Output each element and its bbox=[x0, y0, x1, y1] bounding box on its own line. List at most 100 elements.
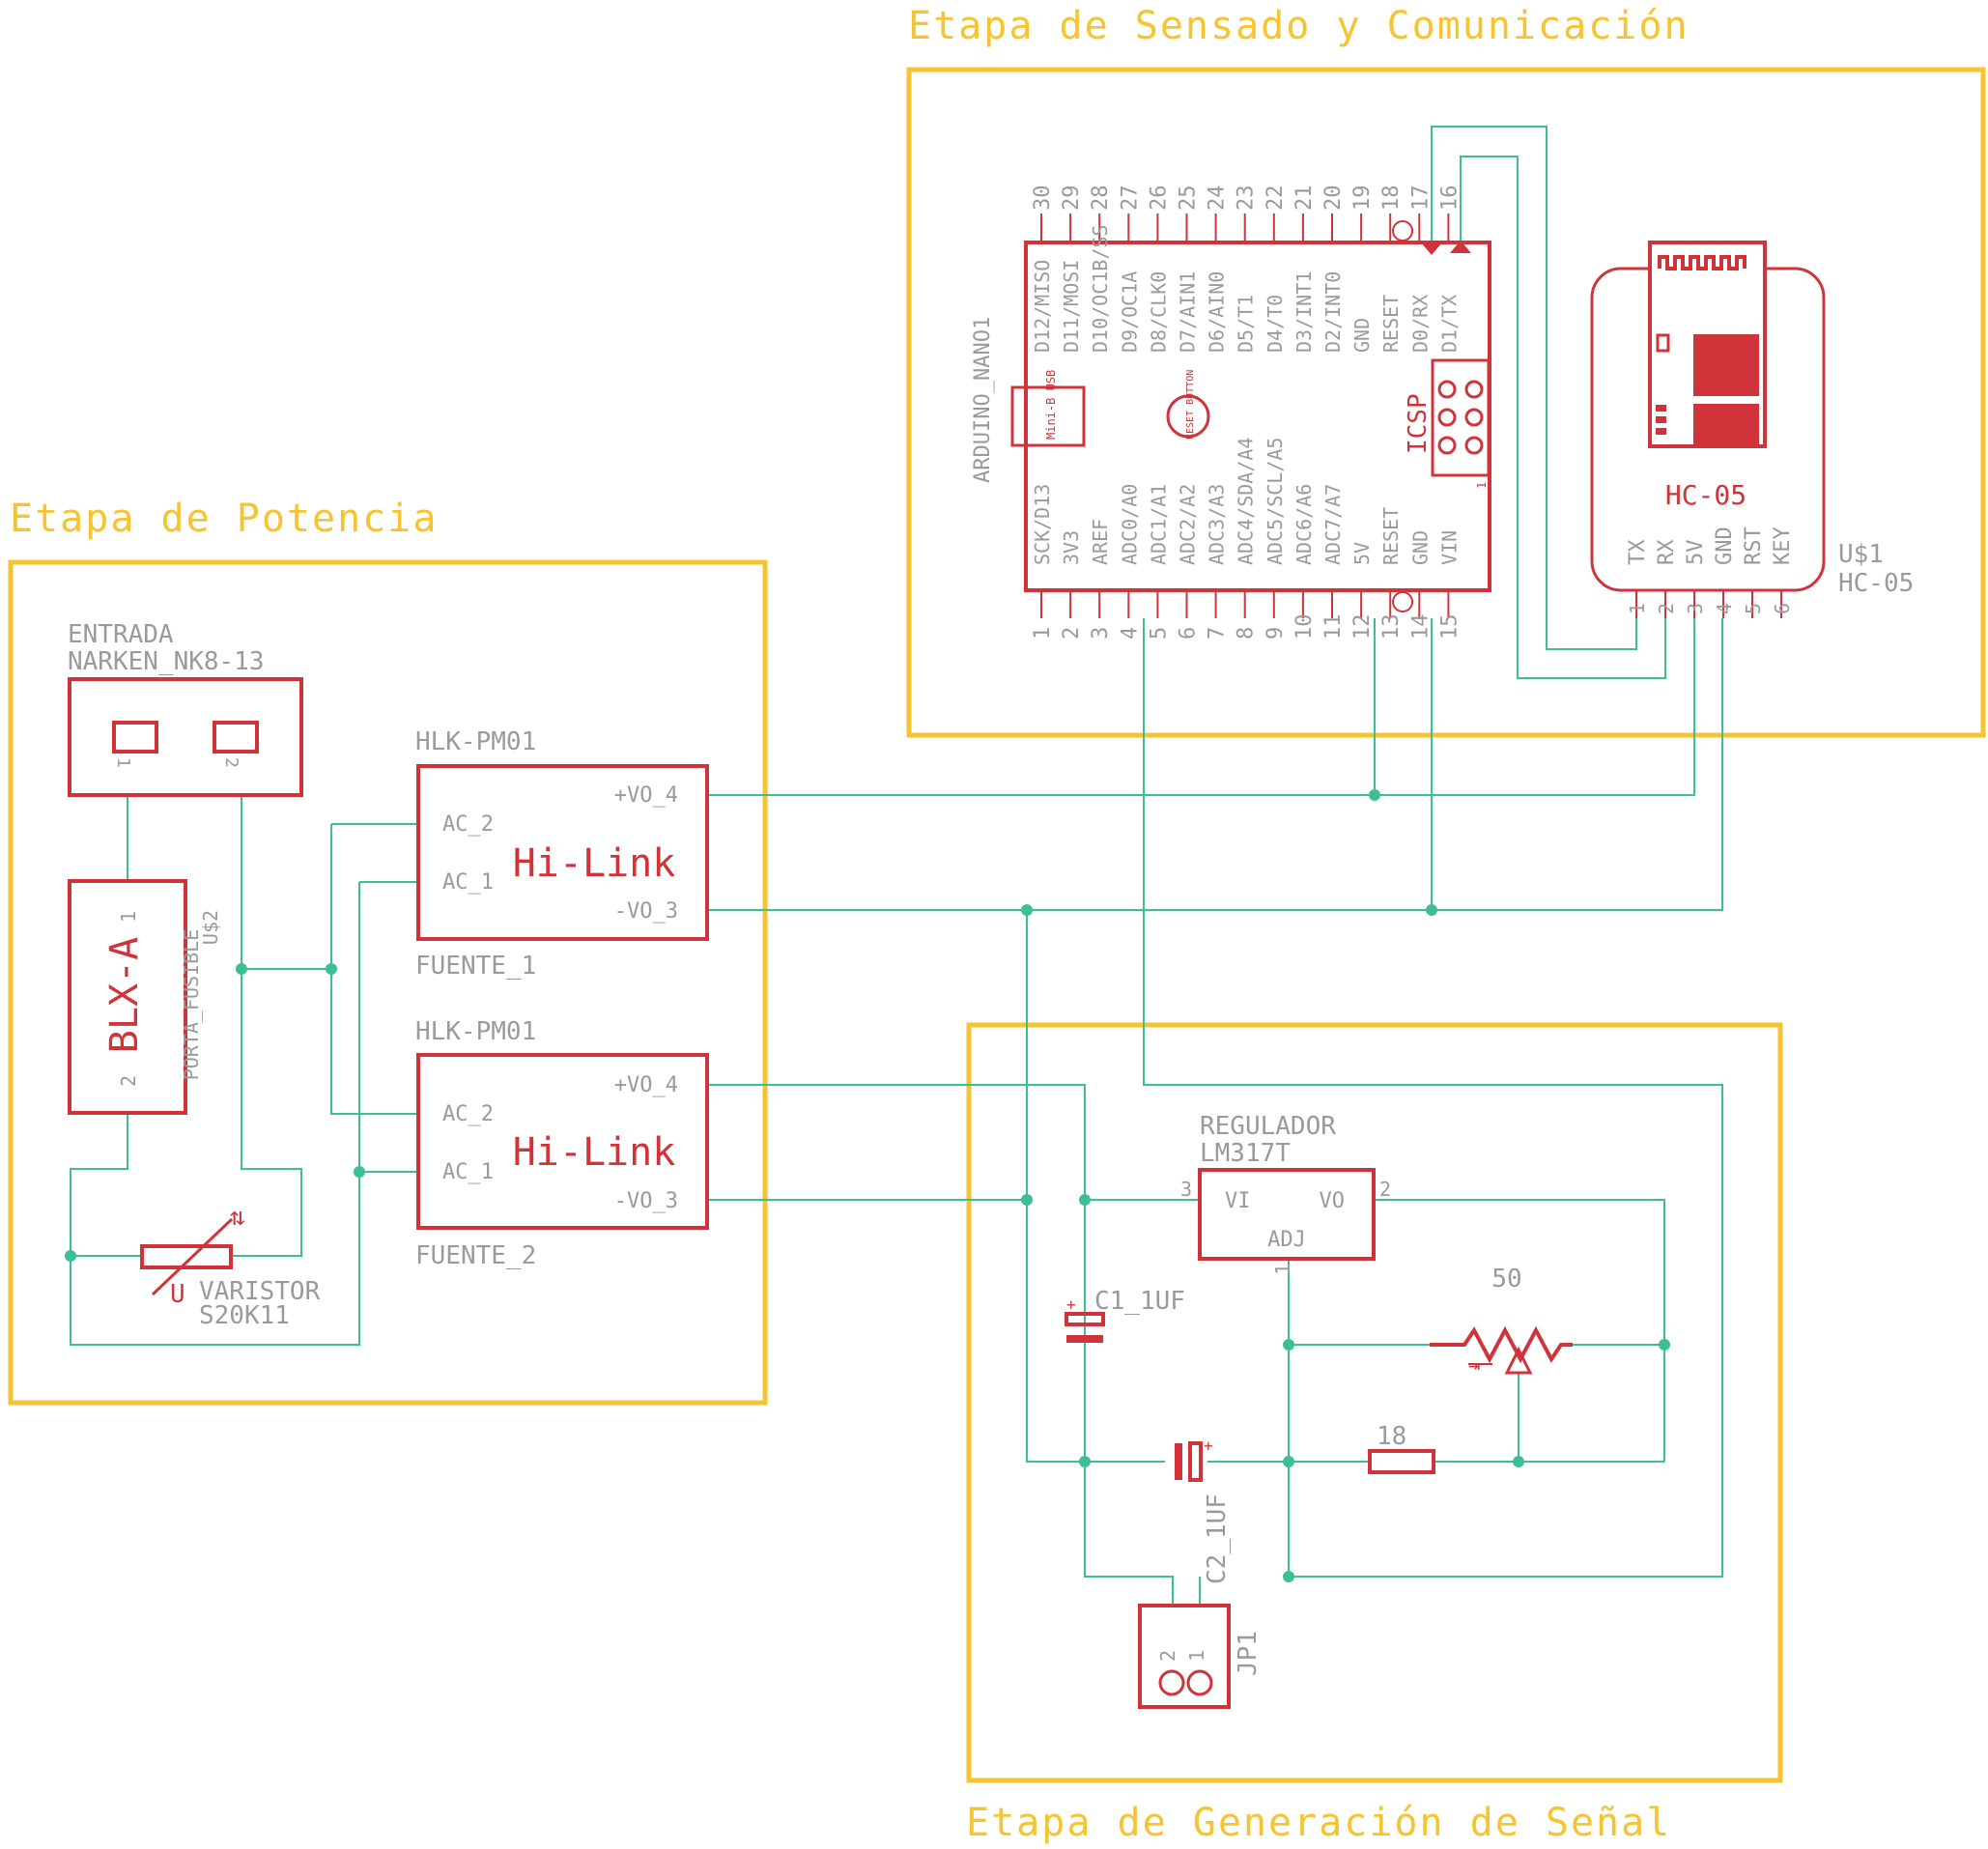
schematic-canvas: Etapa de Sensado y Comunicación Etapa de… bbox=[8, 4, 1986, 1845]
nano-bottom-pin-label: ADC7/A7 bbox=[1321, 484, 1345, 565]
fuente2-module[interactable]: HLK-PM01 AC_2 AC_1 +VO_4 -VO_3 Hi-Link F… bbox=[415, 1017, 709, 1270]
lm317-regulator[interactable]: REGULADOR LM317T VI VO ADJ 3 2 1 bbox=[1180, 1112, 1391, 1275]
regulador-value: LM317T bbox=[1200, 1139, 1291, 1168]
icsp-pin1: 1 bbox=[1475, 482, 1489, 489]
jp1-header[interactable]: 2 1 JP1 bbox=[1138, 1604, 1263, 1709]
nano-top-pin-label: D9/OC1A bbox=[1118, 271, 1141, 353]
fuente2-ac2: AC_2 bbox=[442, 1102, 494, 1126]
hc05-pins: TX 1 RX 2 5V 3 GND 4 RST 5 KEY 6 bbox=[1626, 526, 1795, 618]
nano-bottom-pin-number: 11 bbox=[1321, 614, 1346, 640]
nano-bottom-pin-label: ADC2/A2 bbox=[1177, 484, 1200, 565]
regulador-pin1: 1 bbox=[1271, 1264, 1294, 1275]
fuente2-ac1: AC_1 bbox=[442, 1160, 494, 1184]
nano-top-pin-number: 22 bbox=[1264, 185, 1288, 212]
jp1-name: JP1 bbox=[1234, 1631, 1263, 1676]
pot-arrow: ⇥ bbox=[1468, 1353, 1480, 1377]
nano-bottom-pin-number: 10 bbox=[1292, 614, 1317, 640]
nano-top-pin-number: 30 bbox=[1031, 185, 1055, 212]
nano-bottom-pin-number: 6 bbox=[1177, 627, 1201, 640]
fuente2-vo4: +VO_4 bbox=[614, 1073, 678, 1097]
nano-top-pin-number: 17 bbox=[1408, 185, 1433, 212]
nano-bottom-pin-number: 8 bbox=[1235, 627, 1259, 640]
nano-top-pin-number: 27 bbox=[1118, 185, 1142, 212]
nano-bottom-pin-label: 3V3 bbox=[1060, 530, 1083, 565]
jp1-pin1: 1 bbox=[1185, 1650, 1208, 1662]
nano-top-pin-number: 24 bbox=[1206, 185, 1230, 212]
arduino-nano[interactable]: ARDUINO_NANO1 Mini-B USB RESET BUTTON IC… bbox=[971, 185, 1491, 640]
nano-top-pin-label: D2/INT0 bbox=[1321, 271, 1345, 353]
nano-top-pin-label: D4/T0 bbox=[1264, 295, 1287, 353]
fuente1-ac2: AC_2 bbox=[442, 812, 494, 837]
varistor-symbol: U bbox=[170, 1280, 185, 1309]
hc05-pin-number: 4 bbox=[1713, 603, 1736, 614]
varistor[interactable]: U ⇅ VARISTOR S20K11 bbox=[140, 1203, 321, 1330]
resistor-value: 18 bbox=[1377, 1422, 1406, 1451]
fuse-holder[interactable]: BLX-A U$2 PORTA_FUSIBLE 1 2 bbox=[68, 879, 222, 1115]
junctions bbox=[65, 789, 1670, 1582]
hc05-pin-label: KEY bbox=[1771, 526, 1795, 565]
hc05-pin-number: 1 bbox=[1626, 603, 1649, 614]
hc05-pin-label: TX bbox=[1626, 539, 1650, 565]
nano-top-pin-number: 25 bbox=[1177, 185, 1201, 212]
nano-name: ARDUINO_NANO1 bbox=[971, 317, 995, 483]
regulador-pin3: 3 bbox=[1180, 1178, 1192, 1201]
hc05-pin-label: 5V bbox=[1684, 540, 1708, 566]
hc05-pin-label: GND bbox=[1713, 526, 1737, 565]
wires bbox=[70, 126, 1723, 1606]
hc05-pin-number: 2 bbox=[1655, 603, 1678, 614]
nano-top-pin-number: 28 bbox=[1089, 185, 1113, 212]
hc05-module-label: HC-05 bbox=[1665, 479, 1747, 511]
usb-connector: Mini-B USB bbox=[1010, 370, 1086, 447]
fuse-pin1: 1 bbox=[117, 911, 140, 923]
entrada-connector[interactable]: ENTRADA NARKEN_NK8-13 1 2 bbox=[68, 620, 303, 797]
nano-top-pin-number: 29 bbox=[1060, 185, 1084, 212]
nano-bottom-pin-number: 1 bbox=[1031, 627, 1055, 640]
c1-plus: + bbox=[1066, 1295, 1076, 1314]
nano-bottom-pin-number: 7 bbox=[1206, 627, 1230, 640]
hc05-module[interactable]: HC-05 U$1 HC-05 TX 1 RX 2 5V 3 GND 4 RST 5 KEY 6 bbox=[1590, 241, 1914, 618]
fuente1-module[interactable]: HLK-PM01 AC_2 AC_1 +VO_4 -VO_3 Hi-Link F… bbox=[415, 727, 709, 981]
hc05-pin-label: RX bbox=[1655, 539, 1679, 565]
nano-top-pin-label: D10/OC1B/SS bbox=[1089, 225, 1112, 353]
fuente2-name: FUENTE_2 bbox=[415, 1241, 536, 1270]
resistor-18[interactable]: 18 bbox=[1368, 1422, 1435, 1474]
nano-bottom-pin-number: 12 bbox=[1350, 614, 1375, 640]
c2-name: C2_1UF bbox=[1203, 1493, 1232, 1584]
nano-top-pin-label: D6/AIN0 bbox=[1206, 271, 1229, 353]
nano-bottom-pin-label: SCK/D13 bbox=[1031, 484, 1054, 565]
fuente1-name: FUENTE_1 bbox=[415, 952, 536, 981]
nano-pins: 30D12/MISO29D11/MOSI28D10/OC1B/SS27D9/OC… bbox=[1031, 185, 1462, 640]
nano-bottom-pin-label: AREF bbox=[1089, 519, 1112, 565]
regulador-vi: VI bbox=[1225, 1189, 1251, 1213]
hc05-pin-label: RST bbox=[1742, 526, 1766, 565]
jp1-pin2: 2 bbox=[1156, 1650, 1179, 1662]
fuente1-vo3: -VO_3 bbox=[614, 899, 678, 924]
capacitor-c1[interactable]: + C1_1UF bbox=[1065, 1287, 1185, 1462]
nano-top-pin-label: D8/CLK0 bbox=[1147, 271, 1170, 353]
icsp-header: ICSP 1 bbox=[1404, 358, 1491, 489]
regulador-adj: ADJ bbox=[1267, 1228, 1306, 1252]
regulador-vo: VO bbox=[1320, 1189, 1346, 1213]
nano-bottom-pin-number: 15 bbox=[1437, 614, 1462, 640]
fuente2-vo3: -VO_3 bbox=[614, 1189, 678, 1213]
frame-senal-title: Etapa de Generación de Señal bbox=[966, 1801, 1671, 1845]
nano-bottom-pin-label: ADC4/SDA/A4 bbox=[1235, 438, 1258, 565]
fuse-pin2: 2 bbox=[117, 1075, 140, 1087]
fuse-value: PORTA_FUSIBLE bbox=[180, 929, 203, 1081]
nano-bottom-pin-label: ADC5/SCL/A5 bbox=[1264, 438, 1287, 565]
nano-bottom-pin-label: 5V bbox=[1350, 542, 1374, 565]
capacitor-c2[interactable]: + C2_1UF bbox=[1175, 1437, 1232, 1584]
fuente1-brand: Hi-Link bbox=[513, 841, 676, 886]
usb-label: Mini-B USB bbox=[1044, 370, 1058, 440]
pot-value: 50 bbox=[1491, 1265, 1521, 1294]
hc05-pin-number: 6 bbox=[1771, 603, 1794, 614]
potentiometer[interactable]: ⇥ 50 bbox=[1430, 1265, 1573, 1377]
varistor-arrows: ⇅ bbox=[230, 1203, 245, 1232]
nano-top-pin-number: 16 bbox=[1437, 185, 1462, 212]
nano-top-pin-number: 21 bbox=[1292, 185, 1317, 212]
nano-top-pin-number: 23 bbox=[1235, 185, 1259, 212]
nano-bottom-pin-number: 2 bbox=[1060, 627, 1084, 640]
nano-top-pin-label: GND bbox=[1350, 318, 1374, 353]
icsp-label: ICSP bbox=[1404, 393, 1433, 454]
fuente1-ac1: AC_1 bbox=[442, 870, 494, 895]
